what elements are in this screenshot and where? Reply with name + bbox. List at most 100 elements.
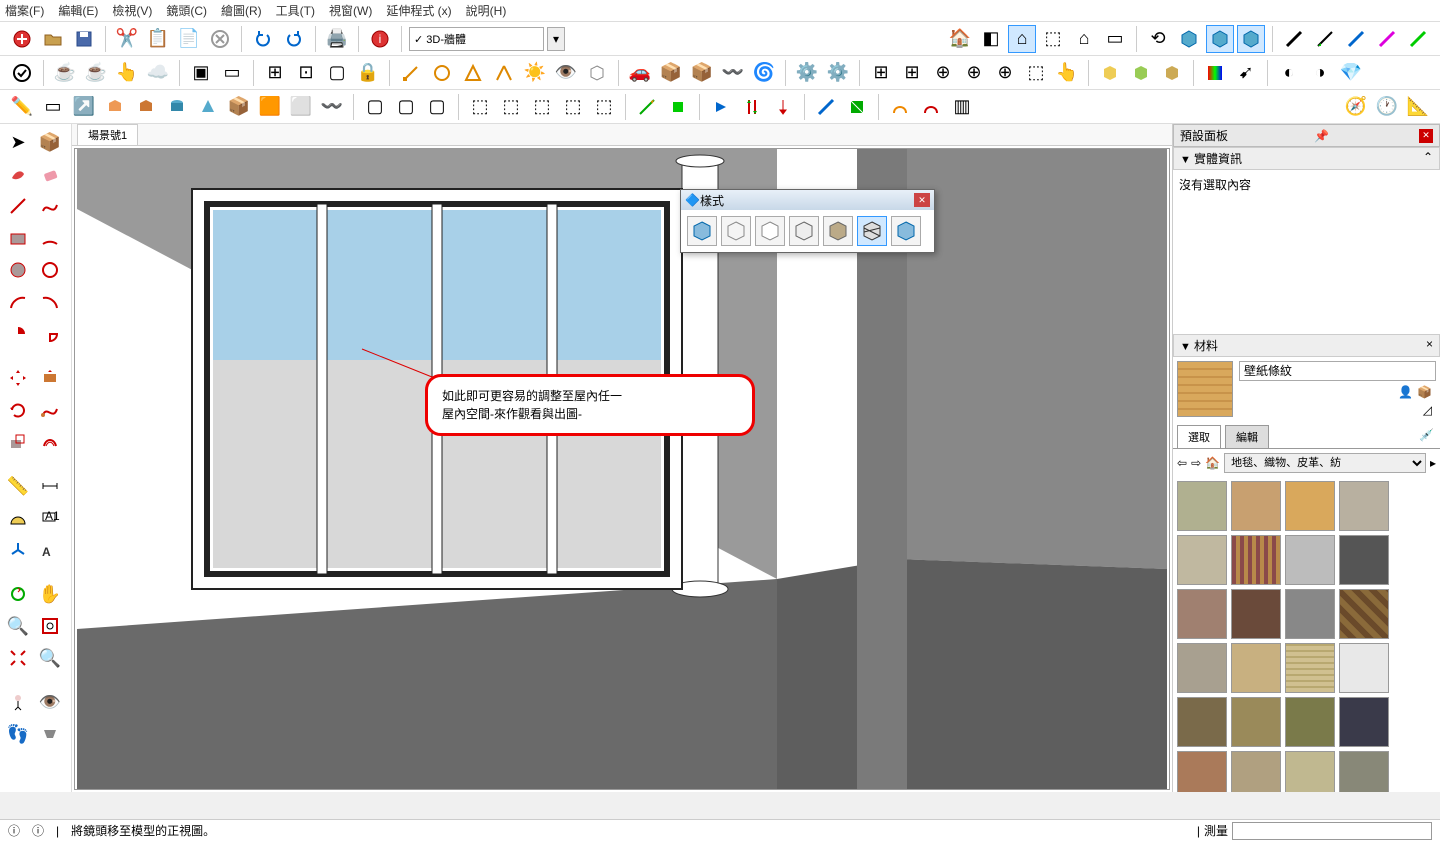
paste-button[interactable]: 📄 bbox=[175, 25, 203, 53]
delete-button[interactable] bbox=[206, 25, 234, 53]
view-shaded-button[interactable]: ◧ bbox=[977, 25, 1005, 53]
tool-gem[interactable]: 💎 bbox=[1337, 59, 1365, 87]
open-button[interactable] bbox=[39, 25, 67, 53]
tool-flag[interactable]: 🟧 bbox=[256, 93, 284, 121]
tool-cone[interactable] bbox=[194, 93, 222, 121]
tool-hand2[interactable]: 👆 bbox=[1053, 59, 1081, 87]
material-thumbnail[interactable] bbox=[1231, 535, 1281, 585]
zoomwin-tool[interactable] bbox=[35, 611, 65, 641]
material-thumbnail[interactable] bbox=[1285, 481, 1335, 531]
close-icon[interactable]: ✕ bbox=[914, 193, 930, 207]
3dtext-tool[interactable]: A bbox=[35, 535, 65, 565]
info-icon[interactable]: ⓘ bbox=[32, 822, 44, 839]
menu-item[interactable]: 編輯(E) bbox=[58, 2, 98, 19]
materials-header[interactable]: ▼ 材料 × bbox=[1173, 334, 1440, 357]
menu-item[interactable]: 鏡頭(C) bbox=[166, 2, 207, 19]
tool-wireframe1[interactable]: ⊞ bbox=[867, 59, 895, 87]
menu-item[interactable]: 說明(H) bbox=[466, 2, 507, 19]
measure-input[interactable] bbox=[1232, 822, 1432, 840]
tool-shape3[interactable] bbox=[459, 59, 487, 87]
style-float-window[interactable]: 🔷 樣式 ✕ bbox=[680, 189, 935, 253]
save-button[interactable] bbox=[70, 25, 98, 53]
tool-copy5[interactable]: ⬚ bbox=[590, 93, 618, 121]
collapse-icon[interactable]: ⌃ bbox=[1423, 150, 1433, 164]
material-thumbnail[interactable] bbox=[1231, 643, 1281, 693]
print-button[interactable]: 🖨️ bbox=[323, 25, 351, 53]
tool-arr-ud[interactable] bbox=[738, 93, 766, 121]
axes-tool[interactable] bbox=[3, 535, 33, 565]
material-thumbnail[interactable] bbox=[1339, 481, 1389, 531]
tool-arr-blue[interactable] bbox=[707, 93, 735, 121]
close-icon[interactable]: × bbox=[1426, 337, 1433, 351]
circle-tool[interactable] bbox=[3, 255, 33, 285]
material-thumbnail[interactable] bbox=[1177, 535, 1227, 585]
tool-screen1[interactable]: ▣ bbox=[187, 59, 215, 87]
tool-wireframe2[interactable]: ⊞ bbox=[898, 59, 926, 87]
tool-diag1[interactable] bbox=[812, 93, 840, 121]
material-thumbnail[interactable] bbox=[1231, 697, 1281, 747]
move-tool[interactable] bbox=[3, 363, 33, 393]
arc2-tool[interactable] bbox=[3, 287, 33, 317]
tool-box1[interactable]: 📦 bbox=[657, 59, 685, 87]
tool-curve-r[interactable] bbox=[886, 93, 914, 121]
arc-tool[interactable] bbox=[35, 223, 65, 253]
tool-shape4[interactable] bbox=[490, 59, 518, 87]
style-xray[interactable] bbox=[857, 216, 887, 246]
tool-extrude1[interactable] bbox=[101, 93, 129, 121]
tool-car1[interactable]: 🚗 bbox=[626, 59, 654, 87]
scene-tab-1[interactable]: 場景號1 bbox=[77, 124, 138, 145]
look-around-tool[interactable]: 👁️ bbox=[35, 687, 65, 717]
material-thumbnail[interactable] bbox=[1339, 643, 1389, 693]
forward-icon[interactable]: ⇨ bbox=[1191, 456, 1201, 470]
polygon-tool[interactable] bbox=[35, 255, 65, 285]
material-thumbnail[interactable] bbox=[1285, 643, 1335, 693]
tool-shell2[interactable]: ◑ bbox=[1306, 59, 1334, 87]
tool-box2[interactable]: 📦 bbox=[688, 59, 716, 87]
text-tool[interactable]: A1 bbox=[35, 503, 65, 533]
add-material-icon[interactable]: 📦 bbox=[1417, 385, 1432, 399]
tool-gradient[interactable] bbox=[1201, 59, 1229, 87]
tape-tool[interactable]: 📏 bbox=[3, 471, 33, 501]
style-shaded[interactable] bbox=[687, 216, 717, 246]
tool-copy3[interactable]: ⬚ bbox=[528, 93, 556, 121]
view-top-button[interactable]: ⬚ bbox=[1039, 25, 1067, 53]
tool-eye[interactable]: 👁️ bbox=[552, 59, 580, 87]
style-wireframe[interactable] bbox=[721, 216, 751, 246]
tool-screen2[interactable]: ▭ bbox=[218, 59, 246, 87]
material-thumbnail[interactable] bbox=[1285, 589, 1335, 639]
tool-copy4[interactable]: ⬚ bbox=[559, 93, 587, 121]
view-front-button[interactable]: ⌂ bbox=[1008, 25, 1036, 53]
tool-nav2[interactable] bbox=[664, 93, 692, 121]
material-thumbnail[interactable] bbox=[1339, 589, 1389, 639]
default-material-icon[interactable]: ◿ bbox=[1423, 403, 1432, 417]
followme-tool[interactable] bbox=[35, 395, 65, 425]
tool-clock[interactable]: 🕐 bbox=[1373, 93, 1401, 121]
freehand-tool[interactable] bbox=[35, 191, 65, 221]
default-tray-header[interactable]: 預設面板 📌 ✕ bbox=[1173, 124, 1440, 147]
material-thumbnail[interactable] bbox=[1339, 751, 1389, 792]
edge-style4-button[interactable] bbox=[1373, 25, 1401, 53]
pin-icon[interactable]: 📌 bbox=[1314, 129, 1329, 143]
tool-arrow[interactable]: ↗️ bbox=[70, 93, 98, 121]
tool-compass[interactable]: 🧭 bbox=[1342, 93, 1370, 121]
scale-tool[interactable] bbox=[3, 427, 33, 457]
material-thumbnail[interactable] bbox=[1177, 751, 1227, 792]
back-icon[interactable]: ⇦ bbox=[1177, 456, 1187, 470]
undo-button[interactable] bbox=[249, 25, 277, 53]
copy-button[interactable]: 📋 bbox=[144, 25, 172, 53]
view-side-button[interactable]: ⌂ bbox=[1070, 25, 1098, 53]
menu-item[interactable]: 檔案(F) bbox=[5, 2, 44, 19]
tool-line[interactable]: ✏️ bbox=[8, 93, 36, 121]
line-tool[interactable] bbox=[3, 191, 33, 221]
offset-tool[interactable] bbox=[35, 427, 65, 457]
prev-view-tool[interactable]: 🔍 bbox=[35, 643, 65, 673]
tool-cube[interactable] bbox=[583, 59, 611, 87]
nav-orbit-button[interactable]: ⟲ bbox=[1144, 25, 1172, 53]
pie2-tool[interactable] bbox=[35, 319, 65, 349]
style-float-titlebar[interactable]: 🔷 樣式 ✕ bbox=[681, 190, 934, 210]
menu-icon[interactable]: ▸ bbox=[1430, 456, 1436, 470]
style-back[interactable] bbox=[891, 216, 921, 246]
tool-sphere1[interactable]: ⊕ bbox=[929, 59, 957, 87]
material-thumbnail[interactable] bbox=[1285, 535, 1335, 585]
tool-cyl[interactable] bbox=[163, 93, 191, 121]
